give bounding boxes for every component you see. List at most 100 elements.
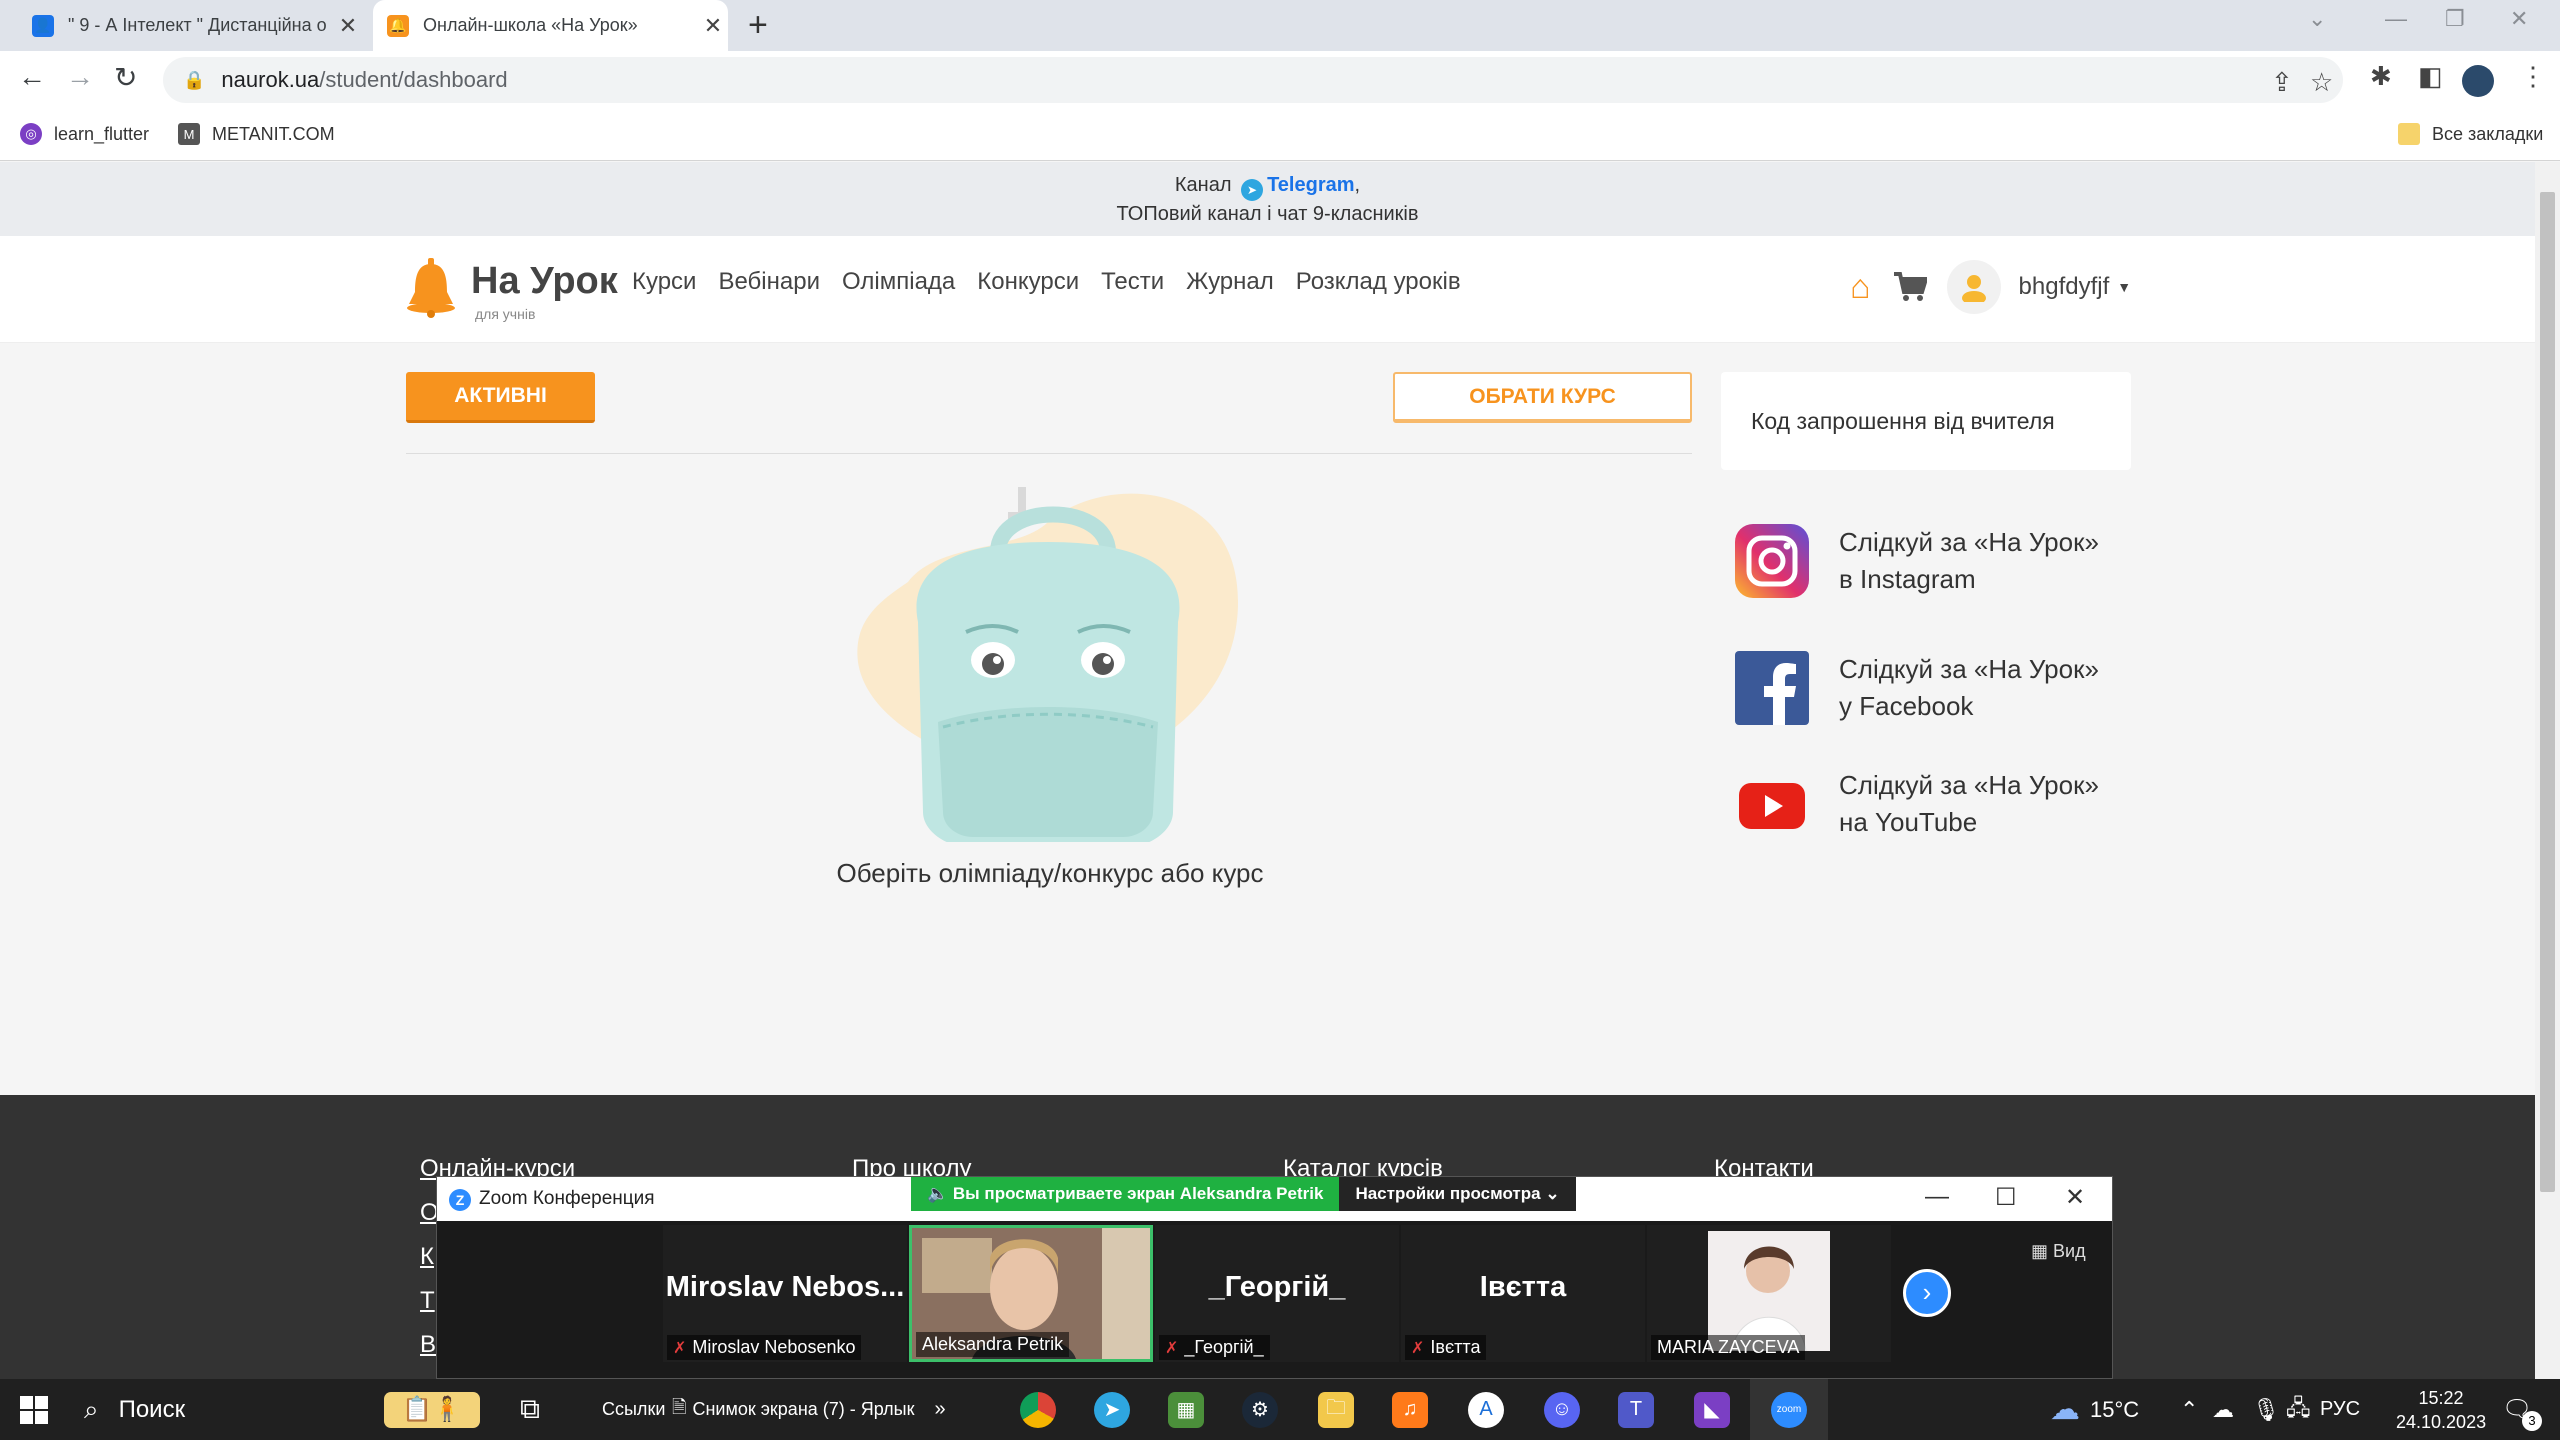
zoom-titlebar[interactable]: Z Zoom Конференция 🔈 Вы просматриваете э…: [437, 1177, 2112, 1221]
social-facebook[interactable]: Слідкуй за «На Урок» у Facebook: [1735, 651, 2099, 725]
weather-widget[interactable]: ☁ 15°C: [2050, 1379, 2139, 1440]
close-window-icon[interactable]: ✕: [2510, 6, 2528, 32]
bookmark-star-icon[interactable]: ☆: [2310, 67, 2333, 98]
new-tab-button[interactable]: +: [748, 8, 768, 42]
zoom-title: Zoom Конференция: [479, 1188, 655, 1209]
gallery-view-toggle[interactable]: ▦ Вид: [2031, 1241, 2086, 1262]
site-logo[interactable]: На Урок для учнів: [405, 248, 618, 328]
footer-link[interactable]: Т: [420, 1287, 435, 1315]
close-tab-icon[interactable]: ✕: [333, 13, 363, 39]
nav-courses[interactable]: Курси: [632, 268, 696, 296]
screenshot-shortcut[interactable]: 🗎 Снимок экрана (7) - Ярлык »: [672, 1379, 946, 1440]
participant-tile[interactable]: Івєтта ✗ Івєтта: [1401, 1225, 1645, 1362]
minimize-icon[interactable]: —: [2385, 6, 2407, 32]
taskbar-search[interactable]: ⌕ Поиск: [84, 1379, 384, 1440]
home-icon[interactable]: ⌂: [1850, 268, 1871, 307]
nav-webinars[interactable]: Вебінари: [718, 268, 820, 296]
telegram-icon: ➤: [1241, 179, 1264, 201]
taskbar-fl-studio[interactable]: ♫: [1392, 1379, 1428, 1440]
caret-down-icon[interactable]: ▼: [2117, 279, 2131, 295]
zoom-minimize-icon[interactable]: —: [1925, 1183, 1949, 1211]
side-panel-icon[interactable]: ◧: [2418, 61, 2443, 92]
nav-contests[interactable]: Конкурси: [977, 268, 1079, 296]
search-highlight-image[interactable]: 📋🧍: [384, 1379, 480, 1440]
nav-journal[interactable]: Журнал: [1186, 268, 1274, 296]
zoom-maximize-icon[interactable]: ☐: [1995, 1183, 2017, 1212]
tab-title: " 9 - А Інтелект " Дистанційна о: [68, 15, 327, 35]
nav-schedule[interactable]: Розклад уроків: [1296, 268, 1461, 296]
bookmark-metanit[interactable]: M METANIT.COM: [178, 123, 335, 145]
browser-tab-1[interactable]: 👤 " 9 - А Інтелект " Дистанційна о ✕: [18, 0, 363, 51]
footer-link[interactable]: К: [420, 1243, 434, 1271]
close-tab-icon[interactable]: ✕: [698, 13, 728, 39]
telegram-icon: ➤: [1094, 1391, 1130, 1428]
language-indicator[interactable]: РУС: [2320, 1379, 2360, 1440]
scrollbar-thumb[interactable]: [2540, 192, 2555, 1192]
participant-tile[interactable]: Miroslav Nebos... ✗ Miroslav Nebosenko: [663, 1225, 907, 1362]
taskbar-steam[interactable]: ⚙: [1242, 1379, 1278, 1440]
choose-course-button[interactable]: ОБРАТИ КУРС: [1393, 372, 1692, 423]
cart-icon[interactable]: [1893, 271, 1927, 303]
task-view-button[interactable]: ⧉: [520, 1379, 540, 1440]
notification-center[interactable]: 🗨 3: [2502, 1379, 2542, 1440]
taskbar-telegram[interactable]: ➤: [1094, 1379, 1130, 1440]
next-participants-button[interactable]: ›: [1903, 1269, 1951, 1317]
page-scrollbar[interactable]: [2535, 162, 2560, 1379]
social-instagram[interactable]: Слідкуй за «На Урок» в Instagram: [1735, 524, 2099, 598]
network-tray[interactable]: 🖧: [2286, 1379, 2311, 1440]
participant-tile[interactable]: _Георгій_ ✗ _Георгій_: [1155, 1225, 1399, 1362]
clock[interactable]: 15:22 24.10.2023: [2396, 1379, 2486, 1440]
taskbar-zoom-active[interactable]: zoom: [1750, 1379, 1828, 1440]
reload-icon[interactable]: ↻: [114, 61, 137, 94]
show-hidden-icons[interactable]: ⌃: [2180, 1379, 2198, 1440]
invite-code-card[interactable]: Код запрошення від вчителя: [1721, 372, 2131, 470]
taskbar-teams[interactable]: T: [1618, 1379, 1654, 1440]
address-bar[interactable]: 🔒 naurok.ua/student/dashboard ⇪ ☆: [163, 57, 2343, 103]
view-settings-label: Настройки просмотра: [1355, 1184, 1541, 1203]
brand-name: На Урок: [471, 260, 618, 302]
bookmarks-bar: ◎ learn_flutter M METANIT.COM Все заклад…: [0, 111, 2560, 161]
taskbar-app-store[interactable]: A: [1468, 1379, 1504, 1440]
links-toolbar[interactable]: Ссылки: [602, 1379, 665, 1440]
restore-icon[interactable]: ❐: [2445, 6, 2465, 32]
participant-tile-active-video[interactable]: Aleksandra Petrik: [909, 1225, 1153, 1362]
taskbar-visual-studio[interactable]: ◣: [1694, 1379, 1730, 1440]
header-user-area: ⌂ bhgfdyfjf ▼: [1850, 260, 2131, 314]
share-icon[interactable]: ⇪: [2271, 67, 2293, 98]
view-settings-button[interactable]: Настройки просмотра ⌄: [1339, 1177, 1576, 1211]
footer-link[interactable]: В: [420, 1331, 436, 1359]
bookmark-favicon-icon: ◎: [20, 123, 42, 145]
forward-arrow-icon[interactable]: →: [66, 61, 94, 93]
all-bookmarks[interactable]: Все закладки: [2398, 123, 2543, 145]
profile-avatar[interactable]: [2462, 65, 2494, 97]
user-avatar[interactable]: [1946, 260, 2001, 314]
taskbar-minecraft[interactable]: ▦: [1168, 1379, 1204, 1440]
taskbar-discord[interactable]: ☺: [1544, 1379, 1580, 1440]
bookmark-learn-flutter[interactable]: ◎ learn_flutter: [20, 123, 149, 145]
browser-tab-2[interactable]: 🔔 Онлайн-школа «На Урок» ✕: [373, 0, 728, 51]
social-youtube[interactable]: Слідкуй за «На Урок» на YouTube: [1735, 767, 2099, 841]
extensions-icon[interactable]: ✱: [2370, 61, 2392, 92]
participant-name: Miroslav Nebosenko: [692, 1337, 856, 1357]
document-icon: 🗎: [672, 1396, 687, 1417]
site-header: На Урок для учнів Курси Вебінари Олімпіа…: [0, 236, 2535, 343]
taskbar-chrome[interactable]: [1020, 1379, 1056, 1440]
nav-tests[interactable]: Тести: [1101, 268, 1164, 296]
speaker-icon: 🔈: [927, 1184, 949, 1203]
microphone-tray[interactable]: 🎙: [2252, 1379, 2280, 1440]
back-arrow-icon[interactable]: ←: [18, 61, 46, 93]
announce-line2: ТОПовий канал і чат 9-класників: [1116, 203, 1419, 225]
active-filter-button[interactable]: АКТИВНІ: [406, 372, 595, 423]
taskbar-explorer[interactable]: 🗀: [1318, 1379, 1354, 1440]
windows-taskbar: ⌕ Поиск 📋🧍 ⧉ Ссылки 🗎 Снимок экрана (7) …: [0, 1379, 2560, 1440]
telegram-link[interactable]: Telegram: [1267, 174, 1354, 196]
onedrive-tray[interactable]: ☁: [2212, 1379, 2234, 1440]
menu-kebab-icon[interactable]: ⋮: [2520, 61, 2546, 92]
zoom-close-icon[interactable]: ✕: [2065, 1183, 2085, 1212]
participant-name: _Георгій_: [1184, 1337, 1264, 1357]
username[interactable]: bhgfdyfjf: [2019, 273, 2110, 301]
participant-tile[interactable]: MARIA ZAYCEVA: [1647, 1225, 1891, 1362]
start-button[interactable]: [20, 1379, 48, 1440]
tab-search-icon[interactable]: ⌄: [2308, 6, 2326, 32]
nav-olympiad[interactable]: Олімпіада: [842, 268, 955, 296]
